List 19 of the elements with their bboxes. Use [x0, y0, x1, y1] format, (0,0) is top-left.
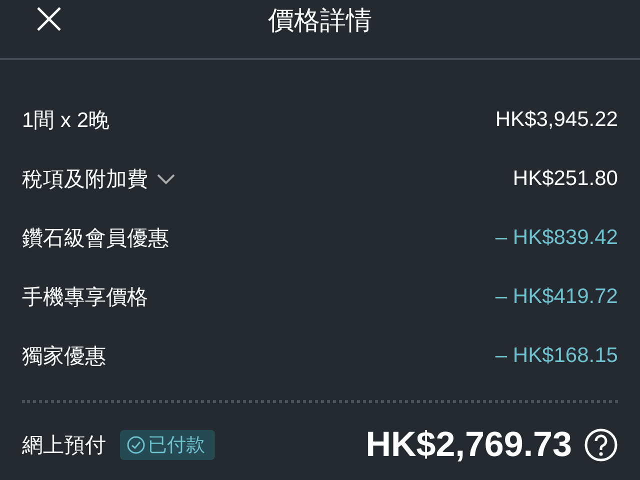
line-label: 鑽石級會員優惠 — [22, 226, 169, 252]
line-label: 1間 x 2晚 — [22, 108, 110, 134]
discount-amount: – HK$839.42 — [495, 226, 618, 250]
page-title: 價格詳情 — [268, 4, 372, 34]
charge-amount: HK$251.80 — [512, 166, 618, 190]
check-circle-icon — [127, 436, 145, 454]
close-icon — [36, 6, 62, 32]
line-label: 獨家優惠 — [22, 344, 106, 370]
charge-amount: HK$3,945.22 — [495, 108, 618, 132]
chevron-icon[interactable] — [156, 172, 176, 184]
close-button[interactable] — [36, 6, 62, 32]
total-label: 網上預付 — [22, 433, 106, 459]
line-label: 手機專享價格 — [22, 284, 148, 310]
line-label: 稅項及附加費 — [22, 166, 148, 192]
help-icon[interactable] — [584, 428, 618, 462]
total-amount: HK$2,769.73 — [366, 425, 572, 465]
discount-amount: – HK$168.15 — [495, 344, 618, 368]
paid-badge: 已付款 — [120, 430, 215, 460]
discount-amount: – HK$419.72 — [495, 284, 618, 308]
